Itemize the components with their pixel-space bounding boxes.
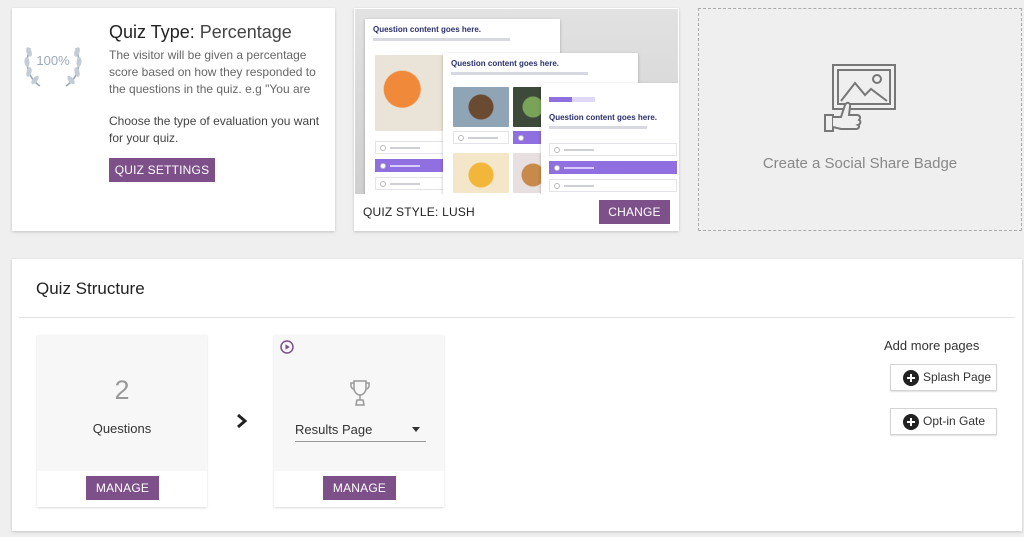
questions-tile: 2 Questions MANAGE (37, 335, 207, 507)
quiz-settings-button[interactable]: QUIZ SETTINGS (109, 158, 215, 182)
splash-page-label: Splash Page (923, 370, 992, 384)
laurel-icon: 100% (20, 28, 86, 94)
results-page-select[interactable]: Results Page (295, 419, 426, 442)
quiz-type-help: Choose the type of evaluation you want f… (109, 114, 320, 145)
quiz-type-card: 100% Quiz Type: Percentage The visitor w… (12, 8, 335, 231)
plus-circle-icon (903, 370, 919, 386)
results-tile: Results Page MANAGE (274, 335, 444, 507)
optin-gate-label: Opt-in Gate (923, 414, 986, 428)
preview-option (375, 177, 451, 190)
preview-option-selected (549, 161, 677, 174)
quiz-structure-title: Quiz Structure (36, 279, 145, 298)
preview-image (375, 55, 443, 131)
preview-option (549, 179, 677, 192)
social-badge-icon (823, 63, 897, 135)
questions-count: 2 (114, 375, 130, 405)
preview-heading: Question content goes here. (451, 59, 560, 68)
preview-subtext (549, 126, 647, 129)
percentage-badge-text: 100% (36, 53, 70, 68)
quiz-type-value: Percentage (199, 22, 292, 42)
plus-circle-icon (903, 414, 919, 430)
preview-heading: Question content goes here. (373, 25, 482, 34)
add-more-pages-label: Add more pages (884, 338, 980, 353)
social-badge-label: Create a Social Share Badge (762, 155, 958, 172)
divider (19, 317, 1015, 318)
quiz-style-label: QUIZ STYLE: LUSH (363, 205, 475, 219)
caret-down-icon (412, 427, 420, 432)
manage-questions-button[interactable]: MANAGE (86, 476, 159, 500)
preview-image (453, 153, 509, 193)
chevron-right-icon (236, 413, 248, 429)
preview-subtext (373, 38, 510, 41)
change-style-button[interactable]: CHANGE (599, 200, 670, 224)
preview-option-selected (375, 159, 451, 172)
quiz-type-description: The visitor will be given a percentage s… (109, 48, 316, 96)
quiz-type-title: Quiz Type: Percentage (109, 22, 292, 43)
social-share-badge-card[interactable]: Create a Social Share Badge (698, 8, 1022, 231)
questions-label: Questions (92, 421, 152, 436)
preview-option (453, 131, 509, 144)
preview-panel-front: Question content goes here. (541, 83, 678, 194)
quiz-type-label: Quiz Type: (109, 22, 195, 42)
preview-progress (549, 97, 595, 102)
quiz-structure-panel: Quiz Structure 2 Questions MANAGE Result… (12, 259, 1022, 531)
preview-heading: Question content goes here. (549, 113, 658, 122)
manage-results-button[interactable]: MANAGE (323, 476, 396, 500)
play-icon[interactable] (280, 340, 294, 354)
preview-image (453, 87, 509, 127)
quiz-style-card: Question content goes here. Question con… (354, 8, 679, 231)
results-page-selected: Results Page (295, 422, 373, 437)
trophy-icon (350, 379, 370, 407)
add-splash-page-button[interactable]: Splash Page (890, 364, 997, 391)
add-optin-gate-button[interactable]: Opt-in Gate (890, 408, 997, 435)
preview-option (549, 143, 677, 156)
quiz-style-preview[interactable]: Question content goes here. Question con… (355, 9, 678, 194)
preview-option (375, 141, 451, 154)
preview-subtext (451, 72, 588, 75)
